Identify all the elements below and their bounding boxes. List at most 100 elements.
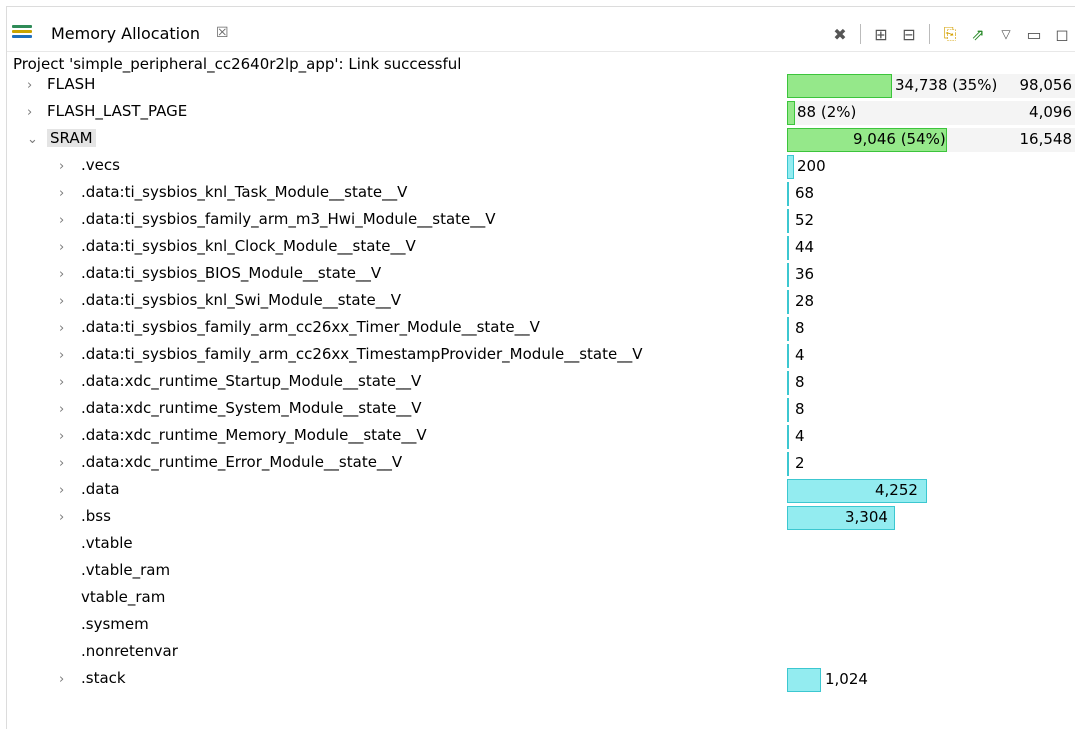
tree-row[interactable]: › .bss 3,304	[7, 505, 1075, 532]
new-file-icon[interactable]: ⎘	[939, 23, 961, 45]
section-name: FLASH_LAST_PAGE	[47, 102, 188, 120]
minimize-icon[interactable]: ▭	[1023, 23, 1045, 45]
usage-bar	[787, 425, 789, 449]
tree-row[interactable]: .sysmem	[7, 613, 1075, 640]
section-name: .vtable	[81, 534, 133, 552]
expand-arrow-icon[interactable]: ›	[59, 213, 64, 228]
export-icon[interactable]: ⇗	[967, 23, 989, 45]
section-name: .data:ti_sysbios_knl_Task_Module__state_…	[81, 183, 408, 201]
expand-arrow-icon[interactable]: ›	[59, 510, 64, 525]
collapse-all-icon[interactable]: ⊟	[898, 23, 920, 45]
tree-row[interactable]: › .stack 1,024	[7, 667, 1075, 694]
tree-row[interactable]: .nonretenvar	[7, 640, 1075, 667]
toolbar-separator	[860, 24, 861, 44]
tab-bar: Memory Allocation ☒ ✖ ⊞ ⊟ ⎘ ⇗ ▽ ▭ ◻	[7, 7, 1075, 52]
tree-row[interactable]: › FLASH 34,738 (35%) 98,056	[7, 73, 1075, 100]
usage-value: 2	[795, 454, 805, 472]
tree-row[interactable]: .vtable_ram	[7, 559, 1075, 586]
section-name: .data	[81, 480, 120, 498]
tree-row[interactable]: › FLASH_LAST_PAGE 88 (2%) 4,096	[7, 100, 1075, 127]
expand-arrow-icon[interactable]: ›	[59, 159, 64, 174]
tree-row[interactable]: › .data:ti_sysbios_knl_Clock_Module__stat…	[7, 235, 1075, 262]
expand-arrow-icon[interactable]: ›	[59, 402, 64, 417]
section-name: .data:ti_sysbios_family_arm_m3_Hwi_Modul…	[81, 210, 496, 228]
expand-arrow-icon[interactable]: ›	[27, 78, 32, 93]
expand-arrow-icon[interactable]: ›	[59, 672, 64, 687]
tree-row[interactable]: › .data:xdc_runtime_Error_Module__state__…	[7, 451, 1075, 478]
tree-row[interactable]: › .vecs 200	[7, 154, 1075, 181]
usage-bar	[787, 263, 789, 287]
section-name: .sysmem	[81, 615, 149, 633]
usage-bar	[787, 344, 789, 368]
tree-row[interactable]: › .data:ti_sysbios_BIOS_Module__state__V 3…	[7, 262, 1075, 289]
expand-arrow-icon[interactable]: ›	[59, 375, 64, 390]
usage-value: 4,252	[875, 481, 918, 499]
tree-row[interactable]: › .data:ti_sysbios_family_arm_cc26xx_Time…	[7, 316, 1075, 343]
maximize-icon[interactable]: ◻	[1051, 23, 1073, 45]
section-name: .data:ti_sysbios_BIOS_Module__state__V	[81, 264, 382, 282]
expand-arrow-icon[interactable]: ›	[59, 240, 64, 255]
tree-row[interactable]: › .data:xdc_runtime_Memory_Module__state_…	[7, 424, 1075, 451]
tree-row[interactable]: › .data:ti_sysbios_family_arm_cc26xx_Time…	[7, 343, 1075, 370]
section-name: .nonretenvar	[81, 642, 178, 660]
usage-value: 200	[797, 157, 826, 175]
tree-row[interactable]: › .data:xdc_runtime_System_Module__state_…	[7, 397, 1075, 424]
section-name: .stack	[81, 669, 126, 687]
total-size: 98,056	[1019, 76, 1073, 94]
tree-row[interactable]: vtable_ram	[7, 586, 1075, 613]
section-name: SRAM	[47, 129, 96, 147]
expand-arrow-icon[interactable]: ›	[59, 348, 64, 363]
tree-row[interactable]: › .data:ti_sysbios_knl_Task_Module__state…	[7, 181, 1075, 208]
section-name: .data:ti_sysbios_family_arm_cc26xx_Timer…	[81, 318, 540, 336]
tree-row[interactable]: › .data:ti_sysbios_knl_Swi_Module__state_…	[7, 289, 1075, 316]
toolbar-separator	[929, 24, 930, 44]
link-status: Project 'simple_peripheral_cc2640r2lp_ap…	[13, 55, 462, 73]
usage-bar	[787, 317, 789, 341]
section-name: .vecs	[81, 156, 120, 174]
expand-all-icon[interactable]: ⊞	[870, 23, 892, 45]
usage-value: 44	[795, 238, 815, 256]
usage-bar	[787, 236, 789, 260]
tree-row[interactable]: › .data 4,252	[7, 478, 1075, 505]
view-menu-icon[interactable]: ▽	[995, 23, 1017, 45]
collapse-arrow-icon[interactable]: ⌄	[27, 132, 38, 147]
usage-value: 8	[795, 319, 805, 337]
usage-value: 28	[795, 292, 815, 310]
expand-arrow-icon[interactable]: ›	[59, 483, 64, 498]
tree-row[interactable]: ⌄ SRAM 9,046 (54%) 16,548	[7, 127, 1075, 154]
usage-value: 8	[795, 400, 805, 418]
memory-allocation-view: Memory Allocation ☒ ✖ ⊞ ⊟ ⎘ ⇗ ▽ ▭ ◻ Proj…	[6, 6, 1075, 729]
section-name: .vtable_ram	[81, 561, 171, 579]
usage-bar	[787, 101, 795, 125]
tree-row[interactable]: › .data:xdc_runtime_Startup_Module__state…	[7, 370, 1075, 397]
usage-value: 9,046 (54%)	[853, 130, 946, 148]
expand-arrow-icon[interactable]: ›	[59, 429, 64, 444]
usage-value: 88 (2%)	[797, 103, 857, 121]
usage-value: 68	[795, 184, 815, 202]
expand-arrow-icon[interactable]: ›	[59, 186, 64, 201]
expand-arrow-icon[interactable]: ›	[59, 294, 64, 309]
usage-bar	[787, 290, 789, 314]
section-name: FLASH	[47, 75, 96, 93]
section-name: .data:ti_sysbios_family_arm_cc26xx_Times…	[81, 345, 643, 363]
expand-arrow-icon[interactable]: ›	[59, 321, 64, 336]
close-tab-icon[interactable]: ☒	[216, 25, 229, 41]
usage-value: 36	[795, 265, 815, 283]
usage-bar	[787, 452, 789, 476]
expand-arrow-icon[interactable]: ›	[59, 267, 64, 282]
view-toolbar: ✖ ⊞ ⊟ ⎘ ⇗ ▽ ▭ ◻	[826, 21, 1075, 47]
section-name: .data:xdc_runtime_Startup_Module__state_…	[81, 372, 422, 390]
expand-arrow-icon[interactable]: ›	[27, 105, 32, 120]
usage-value: 1,024	[825, 670, 868, 688]
usage-value: 3,304	[845, 508, 888, 526]
tree-row[interactable]: › .data:ti_sysbios_family_arm_m3_Hwi_Modu…	[7, 208, 1075, 235]
tab-memory-allocation[interactable]: Memory Allocation ☒	[7, 17, 238, 51]
total-size: 16,548	[1019, 130, 1073, 148]
tree-row[interactable]: .vtable	[7, 532, 1075, 559]
usage-bar	[787, 182, 789, 206]
close-all-icon[interactable]: ✖	[829, 23, 851, 45]
usage-value: 8	[795, 373, 805, 391]
expand-arrow-icon[interactable]: ›	[59, 456, 64, 471]
usage-value: 4	[795, 427, 805, 445]
usage-bar	[787, 398, 789, 422]
